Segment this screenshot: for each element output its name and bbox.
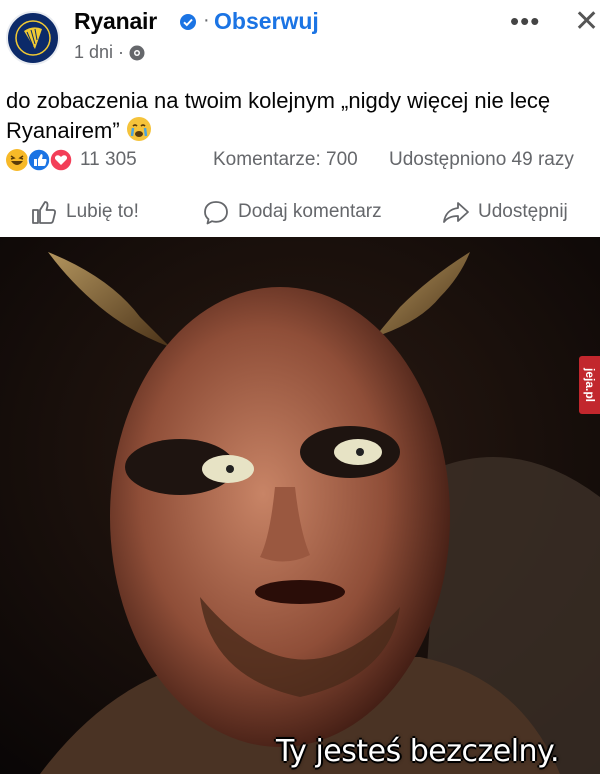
crying-face-emoji-icon [126,117,151,141]
ryanair-harp-logo-icon [9,14,57,62]
comment-button[interactable]: Dodaj komentarz [202,198,382,226]
watermark-text: jeja.pl [582,367,597,403]
share-button[interactable]: Udostępnij [442,198,568,226]
comments-count[interactable]: Komentarze: 700 [213,149,358,171]
more-options-button[interactable]: ••• [510,6,540,37]
page-name[interactable]: Ryanair [74,8,157,35]
comment-bubble-icon [204,201,228,225]
verified-badge-icon [180,14,196,30]
share-label: Udostępnij [478,201,568,222]
post-meta: 1 dni · [74,42,146,63]
post-actions: Lubię to! Dodaj komentarz Udostępnij [0,198,600,238]
close-button[interactable]: ✕ [574,4,599,39]
thumbs-up-icon [32,201,56,224]
share-arrow-icon [443,202,469,223]
shares-count[interactable]: Udostępniono 49 razy [389,149,574,171]
love-reaction-icon [49,148,73,172]
post-time[interactable]: 1 dni · [74,42,124,63]
reaction-icons[interactable] [5,148,75,172]
globe-icon [129,45,145,60]
like-button[interactable]: Lubię to! [30,198,139,226]
haha-reaction-icon [6,149,28,171]
jeja-watermark: jeja.pl [579,356,600,414]
separator-dot: · [203,9,210,31]
follow-button[interactable]: Obserwuj [214,8,319,35]
like-reaction-icon [27,148,51,172]
page-avatar[interactable] [6,11,60,65]
meme-subtitle: Ty jesteś bezczelny. [276,734,560,769]
caption-text: do zobaczenia na twoim kolejnym „nigdy w… [6,88,551,143]
post-caption: do zobaczenia na twoim kolejnym „nigdy w… [6,86,591,146]
like-label: Lubię to! [66,201,139,222]
meme-image[interactable] [0,237,600,774]
post-stats: 11 305 Komentarze: 700 Udostępniono 49 r… [0,148,600,174]
post-header: Ryanair · Obserwuj 1 dni · ••• ✕ [0,0,600,80]
comment-label: Dodaj komentarz [238,201,382,222]
reactions-count[interactable]: 11 305 [80,149,137,171]
